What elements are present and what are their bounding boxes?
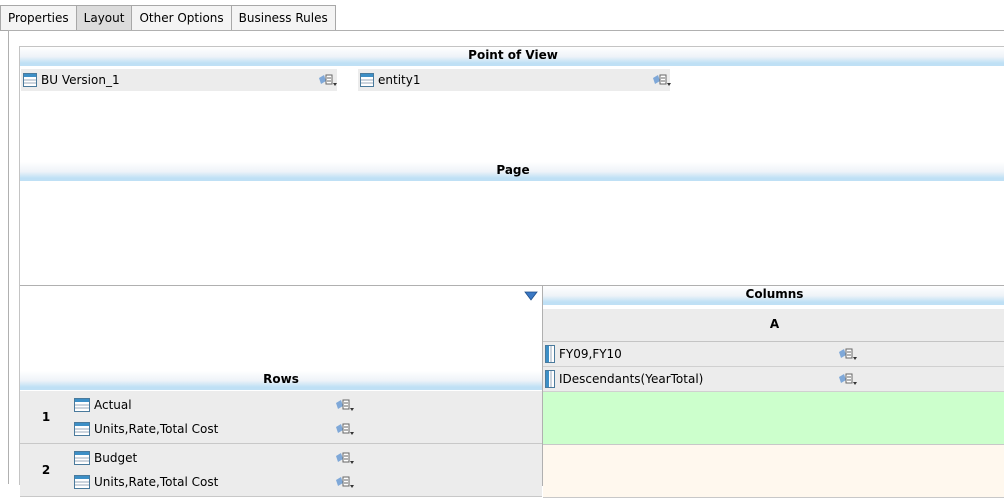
tab-business-rules[interactable]: Business Rules [230, 5, 336, 31]
member-selector-icon[interactable] [651, 72, 673, 88]
column-segment-header[interactable]: A [543, 309, 1004, 342]
column-member-years[interactable]: FY09,FY10 [543, 342, 1004, 367]
row-member-budget[interactable]: Budget [72, 446, 137, 470]
pov-label: entity1 [378, 73, 421, 87]
rows-area: Rows 1 Actual Units,Rate,Total Cost 2 Bu… [20, 285, 543, 497]
row-member-label: Budget [94, 451, 138, 465]
row-number: 2 [41, 463, 51, 477]
row-member-label: Actual [94, 398, 132, 412]
dimension-icon [74, 421, 90, 437]
tab-layout[interactable]: Layout [75, 5, 133, 31]
rows-header: Rows [20, 371, 542, 390]
columns-header: Columns [543, 286, 1004, 305]
pov-label: BU Version_1 [41, 73, 120, 87]
pov-dimension-entity[interactable]: entity1 [358, 69, 670, 91]
member-selector-icon[interactable] [317, 72, 339, 88]
row-1: 1 Actual Units,Rate,Total Cost [20, 391, 542, 444]
column-member-periods[interactable]: IDescendants(YearTotal) [543, 367, 1004, 392]
column-dimension-icon [545, 345, 555, 363]
layout-grid-designer: Point of View BU Version_1 entity1 Page [19, 46, 1004, 498]
member-selector-icon[interactable] [837, 346, 859, 362]
dimension-icon [74, 450, 90, 466]
layout-panel: Point of View BU Version_1 entity1 Page [8, 30, 1004, 498]
dimension-icon [74, 397, 90, 413]
row-member-accounts[interactable]: Units,Rate,Total Cost [72, 470, 218, 494]
member-selector-icon[interactable] [334, 421, 356, 437]
row-member-actual[interactable]: Actual [72, 393, 132, 417]
data-cell-row-1[interactable] [543, 392, 1004, 445]
dimension-icon [74, 474, 90, 490]
data-cell-row-2[interactable] [543, 445, 1004, 498]
page-header: Page [20, 162, 1004, 181]
chevron-down-icon[interactable] [524, 290, 538, 304]
tab-other-options[interactable]: Other Options [131, 5, 232, 31]
pov-dimension-bu-version[interactable]: BU Version_1 [21, 69, 337, 91]
dimension-icon [360, 73, 374, 87]
pov-header: Point of View [20, 47, 1004, 66]
row-number: 1 [41, 410, 51, 424]
member-selector-icon[interactable] [334, 397, 356, 413]
tab-properties[interactable]: Properties [0, 5, 77, 31]
tab-bar: Properties Layout Other Options Business… [0, 5, 336, 31]
row-member-label: Units,Rate,Total Cost [94, 422, 219, 436]
dimension-icon [23, 73, 37, 87]
column-member-label: FY09,FY10 [559, 347, 622, 361]
columns-area: Columns A FY09,FY10 IDescendants(YearTot… [543, 285, 1004, 498]
row-member-label: Units,Rate,Total Cost [94, 475, 219, 489]
member-selector-icon[interactable] [334, 474, 356, 490]
row-2: 2 Budget Units,Rate,Total Cost [20, 444, 542, 497]
column-member-label: IDescendants(YearTotal) [559, 372, 704, 386]
column-dimension-icon [545, 370, 555, 388]
member-selector-icon[interactable] [837, 371, 859, 387]
row-member-accounts[interactable]: Units,Rate,Total Cost [72, 417, 218, 441]
member-selector-icon[interactable] [334, 450, 356, 466]
